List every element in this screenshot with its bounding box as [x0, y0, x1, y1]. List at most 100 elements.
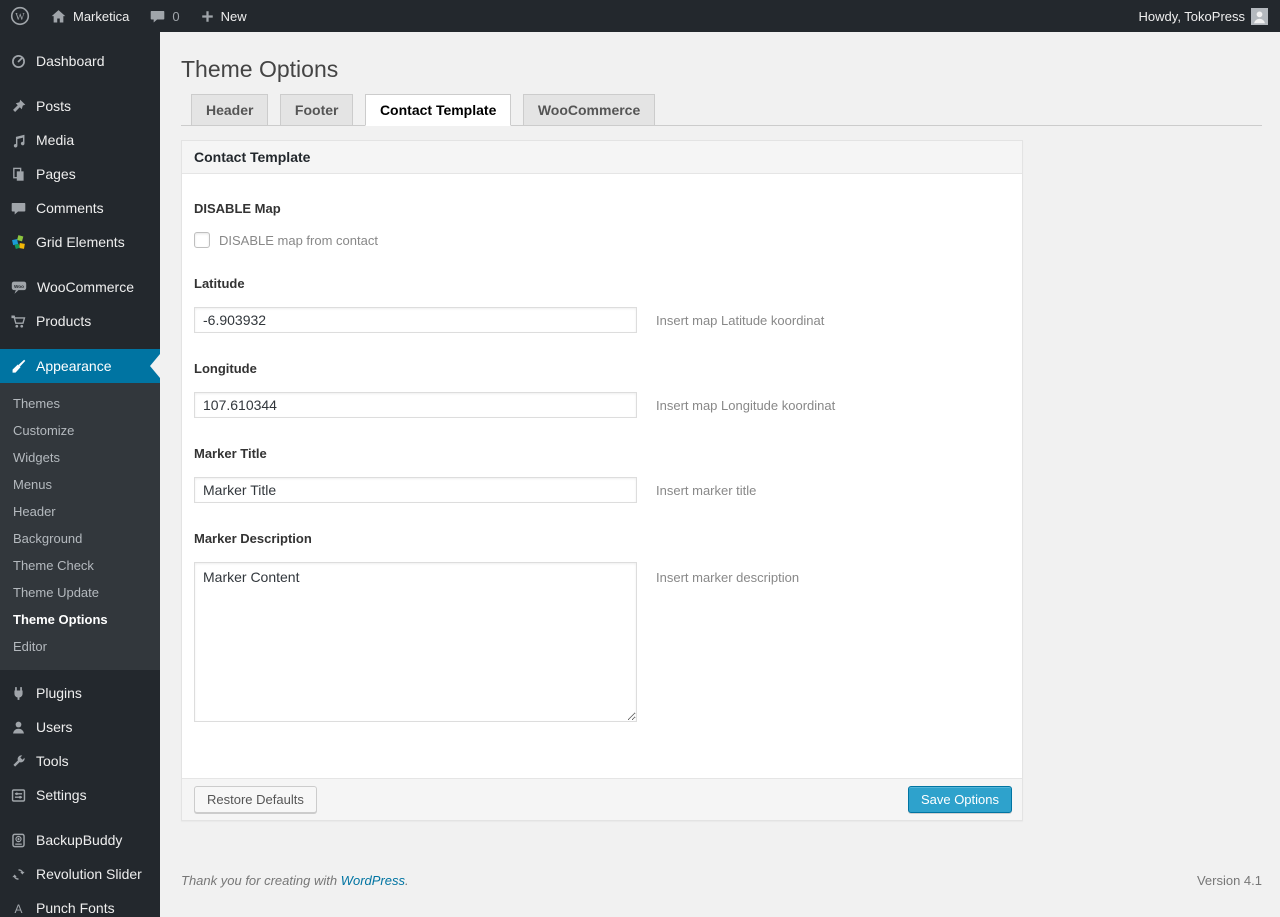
footer-version: Version 4.1 [1196, 873, 1262, 888]
marker-description-textarea[interactable]: Marker Content [194, 562, 637, 722]
longitude-label: Longitude [194, 361, 257, 376]
latitude-label: Latitude [194, 276, 245, 291]
plugin-icon [14, 686, 23, 700]
submenu-item-theme-update[interactable]: Theme Update [0, 579, 160, 606]
comments-icon [11, 202, 26, 214]
menu-separator [0, 259, 160, 270]
sidebar-item-pages[interactable]: Pages [0, 157, 160, 191]
wordpress-link[interactable]: WordPress [341, 873, 405, 888]
footer-thanks: Thank you for creating with WordPress. [181, 873, 409, 888]
tab-contact-template[interactable]: Contact Template [364, 94, 512, 126]
marker-title-label: Marker Title [194, 446, 267, 461]
submenu-item-header[interactable]: Header [0, 498, 160, 525]
sidebar-item-products[interactable]: Products [0, 304, 160, 338]
marker-description-hint: Insert marker description [656, 570, 800, 585]
svg-text:Woo: Woo [14, 284, 24, 289]
woocommerce-icon: Woo [11, 281, 27, 294]
dashboard-icon [12, 54, 25, 68]
disable-map-checkbox[interactable] [194, 232, 210, 248]
page-title: Theme Options [181, 56, 339, 82]
latitude-field: Latitude Insert map Latitude koordinat [194, 276, 1002, 333]
howdy-text: Howdy, TokoPress [1138, 8, 1245, 24]
menu-separator [0, 812, 160, 823]
sidebar-item-media[interactable]: Media [0, 123, 160, 157]
admin-bar: W Marketica 0 New Howdy, TokoPress [0, 0, 1280, 32]
page-footer: Thank you for creating with WordPress. V… [181, 873, 1262, 910]
save-options-button[interactable]: Save Options [907, 786, 1012, 813]
account-menu[interactable]: Howdy, TokoPress [1129, 0, 1280, 32]
menu-separator [0, 338, 160, 349]
tab-footer[interactable]: Footer [279, 94, 354, 126]
main-content: Theme Options Header Footer Contact Temp… [160, 32, 1280, 910]
submenu-item-editor[interactable]: Editor [0, 633, 160, 660]
tab-woocommerce[interactable]: WooCommerce [522, 94, 656, 126]
sidebar-item-settings[interactable]: Settings [0, 778, 160, 812]
wrench-icon [13, 754, 25, 767]
marker-description-field: Marker Description Marker Content Insert… [194, 531, 1002, 722]
user-icon [13, 721, 24, 733]
sidebar-item-tools[interactable]: Tools [0, 744, 160, 778]
brush-icon [12, 359, 26, 373]
submenu-item-theme-options[interactable]: Theme Options [0, 606, 160, 633]
sidebar-item-plugins[interactable]: Plugins [0, 676, 160, 710]
comments-indicator[interactable]: 0 [139, 0, 189, 32]
comment-count: 0 [172, 8, 180, 24]
comment-bubble-icon [151, 10, 165, 22]
sidebar-item-posts[interactable]: Posts [0, 89, 160, 123]
sidebar-item-appearance[interactable]: Appearance [0, 349, 160, 383]
latitude-hint: Insert map Latitude koordinat [656, 312, 825, 328]
sidebar-item-grid-elements[interactable]: Grid Elements [0, 225, 160, 259]
font-icon: A [15, 901, 23, 915]
submenu-item-widgets[interactable]: Widgets [0, 444, 160, 471]
grid-elements-icon [12, 234, 25, 249]
latitude-input[interactable] [194, 307, 637, 333]
sidebar-item-backupbuddy[interactable]: BackupBuddy [0, 823, 160, 857]
site-name-link[interactable]: Marketica [40, 0, 139, 32]
wordpress-icon: W [10, 6, 30, 26]
pin-icon [13, 99, 26, 112]
longitude-input[interactable] [194, 392, 637, 418]
submenu-item-menus[interactable]: Menus [0, 471, 160, 498]
sidebar-item-users[interactable]: Users [0, 710, 160, 744]
sidebar-item-revolution-slider[interactable]: Revolution Slider [0, 857, 160, 891]
marker-description-label: Marker Description [194, 531, 312, 546]
submenu-item-theme-check[interactable]: Theme Check [0, 552, 160, 579]
tab-header[interactable]: Header [191, 94, 269, 126]
wordpress-logo[interactable]: W [0, 0, 40, 32]
appearance-submenu: Themes Customize Widgets Menus Header Ba… [0, 383, 160, 670]
media-icon [13, 134, 25, 148]
new-label: New [220, 8, 247, 24]
home-icon [51, 9, 66, 22]
sidebar-item-punch-fonts[interactable]: A Punch Fonts [0, 891, 160, 917]
sidebar-item-comments[interactable]: Comments [0, 191, 160, 225]
svg-text:W: W [15, 12, 25, 23]
panel-footer: Restore Defaults Save Options [182, 778, 1022, 820]
cart-icon [11, 315, 26, 328]
new-content-button[interactable]: New [190, 0, 257, 32]
submenu-item-customize[interactable]: Customize [0, 417, 160, 444]
settings-icon [11, 788, 26, 802]
avatar [1251, 7, 1268, 25]
current-menu-arrow [150, 354, 160, 378]
tab-bar: Header Footer Contact Template WooCommer… [181, 94, 1262, 126]
marker-title-hint: Insert marker title [656, 482, 757, 498]
sidebar-item-woocommerce[interactable]: Woo WooCommerce [0, 270, 160, 304]
marker-title-input[interactable] [194, 477, 637, 503]
admin-sidebar: Dashboard Posts Media Pages Comments Gri… [0, 32, 160, 917]
site-name: Marketica [73, 8, 130, 24]
longitude-field: Longitude Insert map Longitude koordinat [194, 361, 1002, 418]
disable-map-label: DISABLE Map [194, 201, 281, 216]
marker-title-field: Marker Title Insert marker title [194, 446, 1002, 503]
longitude-hint: Insert map Longitude koordinat [656, 397, 836, 413]
contact-template-panel: Contact Template DISABLE Map DISABLE map… [181, 140, 1023, 821]
sidebar-item-dashboard[interactable]: Dashboard [0, 44, 160, 78]
restore-defaults-button[interactable]: Restore Defaults [194, 786, 317, 813]
submenu-item-themes[interactable]: Themes [0, 390, 160, 417]
cycle-icon [12, 868, 25, 880]
disable-map-field: DISABLE Map DISABLE map from contact [194, 201, 1002, 248]
submenu-item-background[interactable]: Background [0, 525, 160, 552]
plus-icon [201, 10, 213, 22]
panel-body: DISABLE Map DISABLE map from contact Lat… [182, 174, 1022, 778]
disable-map-checkbox-label: DISABLE map from contact [219, 232, 378, 248]
pages-icon [13, 167, 24, 181]
